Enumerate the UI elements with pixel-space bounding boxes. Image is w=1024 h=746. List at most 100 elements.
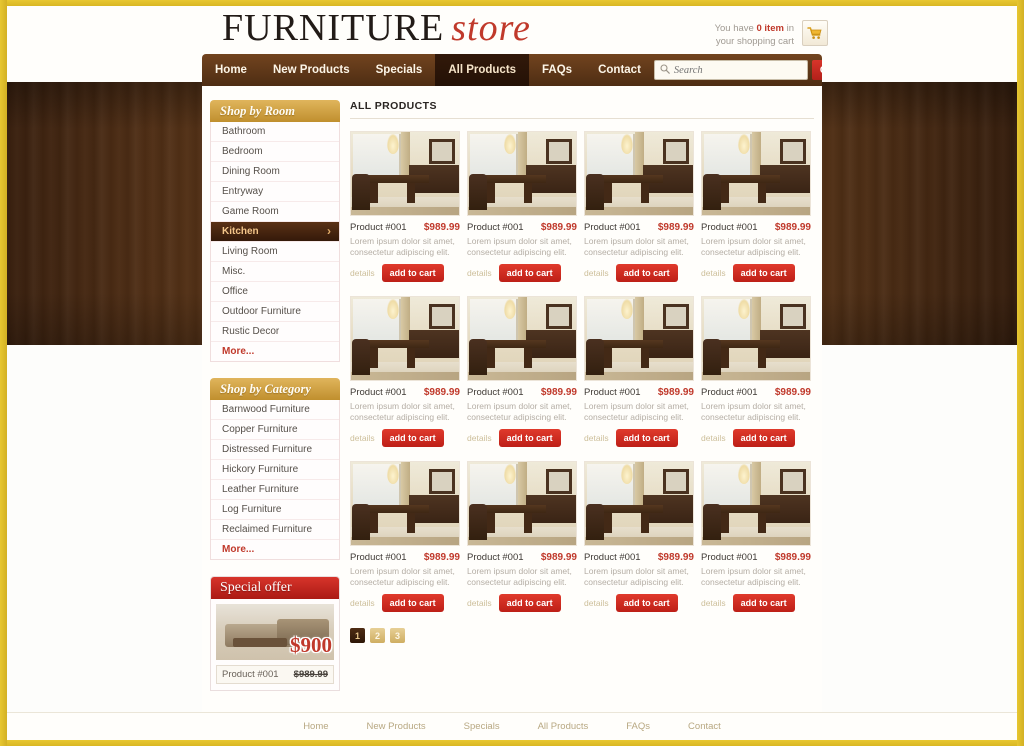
- product-price: $989.99: [540, 552, 577, 563]
- room-item-living-room[interactable]: Living Room: [211, 242, 339, 262]
- category-item-log-furniture[interactable]: Log Furniture: [211, 500, 339, 520]
- add-to-cart-button[interactable]: add to cart: [381, 429, 444, 447]
- thumb-chandelier: [503, 464, 516, 485]
- footer-link-new-products[interactable]: New Products: [367, 721, 426, 732]
- product-description: Lorem ipsum dolor sit amet, consectetur …: [584, 566, 689, 587]
- product-meta-row: Product #001 $989.99: [701, 552, 811, 563]
- product-thumbnail[interactable]: [350, 461, 460, 546]
- footer-link-home[interactable]: Home: [303, 721, 328, 732]
- room-item-misc[interactable]: Misc.: [211, 262, 339, 282]
- product-details-link[interactable]: details: [350, 598, 375, 608]
- footer-link-all-products[interactable]: All Products: [538, 721, 589, 732]
- product-thumbnail[interactable]: [701, 296, 811, 381]
- room-item-bedroom[interactable]: Bedroom: [211, 142, 339, 162]
- product-details-link[interactable]: details: [467, 433, 492, 443]
- nav-item-all-products[interactable]: All Products: [435, 54, 530, 86]
- footer-link-faqs[interactable]: FAQs: [626, 721, 650, 732]
- room-item-game-room[interactable]: Game Room: [211, 202, 339, 222]
- add-to-cart-button[interactable]: add to cart: [732, 429, 795, 447]
- product-meta-row: Product #001 $989.99: [467, 387, 577, 398]
- product-card: Product #001 $989.99 Lorem ipsum dolor sit…: [467, 131, 577, 282]
- product-details-link[interactable]: details: [467, 598, 492, 608]
- room-item-dining-room[interactable]: Dining Room: [211, 162, 339, 182]
- product-thumbnail[interactable]: [467, 131, 577, 216]
- category-item-hickory-furniture[interactable]: Hickory Furniture: [211, 460, 339, 480]
- special-offer-panel[interactable]: Special offer $900 Product #001 $989.99: [210, 576, 340, 691]
- page-title: ALL PRODUCTS: [350, 100, 814, 119]
- category-item-more[interactable]: More...: [211, 540, 339, 559]
- site-logo[interactable]: FURNITURE store: [222, 6, 531, 50]
- shopping-cart-icon[interactable]: [802, 20, 828, 46]
- product-details-link[interactable]: details: [584, 268, 609, 278]
- room-item-outdoor-furniture[interactable]: Outdoor Furniture: [211, 302, 339, 322]
- product-thumbnail[interactable]: [467, 296, 577, 381]
- thumb-chair: [352, 338, 371, 376]
- product-thumbnail[interactable]: [584, 461, 694, 546]
- product-price: $989.99: [540, 222, 577, 233]
- nav-item-new-products[interactable]: New Products: [260, 54, 363, 86]
- nav-item-specials[interactable]: Specials: [363, 54, 436, 86]
- product-description: Lorem ipsum dolor sit amet, consectetur …: [584, 401, 689, 422]
- thumb-table-leg: [721, 182, 729, 203]
- category-item-leather-furniture[interactable]: Leather Furniture: [211, 480, 339, 500]
- add-to-cart-button[interactable]: add to cart: [498, 594, 561, 612]
- product-thumbnail[interactable]: [467, 461, 577, 546]
- add-to-cart-button[interactable]: add to cart: [498, 264, 561, 282]
- product-details-link[interactable]: details: [350, 433, 375, 443]
- pagination-page-2[interactable]: 2: [370, 628, 385, 643]
- page-container: Shop by Room Bathroom Bedroom Dining Room E…: [202, 6, 822, 740]
- product-details-link[interactable]: details: [584, 598, 609, 608]
- product-details-link[interactable]: details: [350, 268, 375, 278]
- product-thumbnail[interactable]: [350, 131, 460, 216]
- product-price: $989.99: [657, 222, 694, 233]
- cart-summary[interactable]: You have 0 item in your shopping cart: [710, 20, 828, 48]
- add-to-cart-button[interactable]: add to cart: [381, 594, 444, 612]
- thumb-dining-table: [712, 340, 780, 348]
- product-details-link[interactable]: details: [467, 268, 492, 278]
- pagination-page-3[interactable]: 3: [390, 628, 405, 643]
- product-card: Product #001 $989.99 Lorem ipsum dolor sit…: [350, 461, 460, 612]
- thumb-chandelier: [620, 299, 633, 320]
- product-thumbnail[interactable]: [584, 131, 694, 216]
- pagination-page-1[interactable]: 1: [350, 628, 365, 643]
- category-item-distressed-furniture[interactable]: Distressed Furniture: [211, 440, 339, 460]
- thumb-mirror: [545, 303, 572, 329]
- product-thumbnail[interactable]: [350, 296, 460, 381]
- product-details-link[interactable]: details: [701, 598, 726, 608]
- product-thumbnail[interactable]: [701, 131, 811, 216]
- room-item-entryway[interactable]: Entryway: [211, 182, 339, 202]
- category-item-barnwood-furniture[interactable]: Barnwood Furniture: [211, 400, 339, 420]
- product-thumbnail[interactable]: [584, 296, 694, 381]
- thumb-chandelier: [386, 299, 399, 320]
- add-to-cart-button[interactable]: add to cart: [498, 429, 561, 447]
- category-item-copper-furniture[interactable]: Copper Furniture: [211, 420, 339, 440]
- product-price: $989.99: [423, 387, 460, 398]
- nav-item-faqs[interactable]: FAQs: [529, 54, 585, 86]
- product-details-link[interactable]: details: [701, 268, 726, 278]
- search-box[interactable]: [653, 60, 808, 80]
- thumb-mirror: [662, 138, 689, 164]
- product-details-link[interactable]: details: [701, 433, 726, 443]
- room-item-more[interactable]: More...: [211, 342, 339, 361]
- nav-item-home[interactable]: Home: [202, 54, 260, 86]
- add-to-cart-button[interactable]: add to cart: [615, 264, 678, 282]
- add-to-cart-button[interactable]: add to cart: [615, 594, 678, 612]
- product-details-link[interactable]: details: [584, 433, 609, 443]
- thumb-chair: [703, 173, 722, 211]
- search-go-button[interactable]: GO: [811, 60, 822, 80]
- add-to-cart-button[interactable]: add to cart: [615, 429, 678, 447]
- room-item-bathroom[interactable]: Bathroom: [211, 122, 339, 142]
- search-input[interactable]: [669, 64, 802, 76]
- room-item-kitchen[interactable]: Kitchen: [211, 222, 339, 242]
- add-to-cart-button[interactable]: add to cart: [732, 594, 795, 612]
- add-to-cart-button[interactable]: add to cart: [732, 264, 795, 282]
- room-item-rustic-decor[interactable]: Rustic Decor: [211, 322, 339, 342]
- add-to-cart-button[interactable]: add to cart: [381, 264, 444, 282]
- product-thumbnail[interactable]: [701, 461, 811, 546]
- room-item-office[interactable]: Office: [211, 282, 339, 302]
- thumb-table-leg: [604, 512, 612, 533]
- footer-link-specials[interactable]: Specials: [464, 721, 500, 732]
- nav-item-contact[interactable]: Contact: [585, 54, 654, 86]
- footer-link-contact[interactable]: Contact: [688, 721, 721, 732]
- category-item-reclaimed-furniture[interactable]: Reclaimed Furniture: [211, 520, 339, 540]
